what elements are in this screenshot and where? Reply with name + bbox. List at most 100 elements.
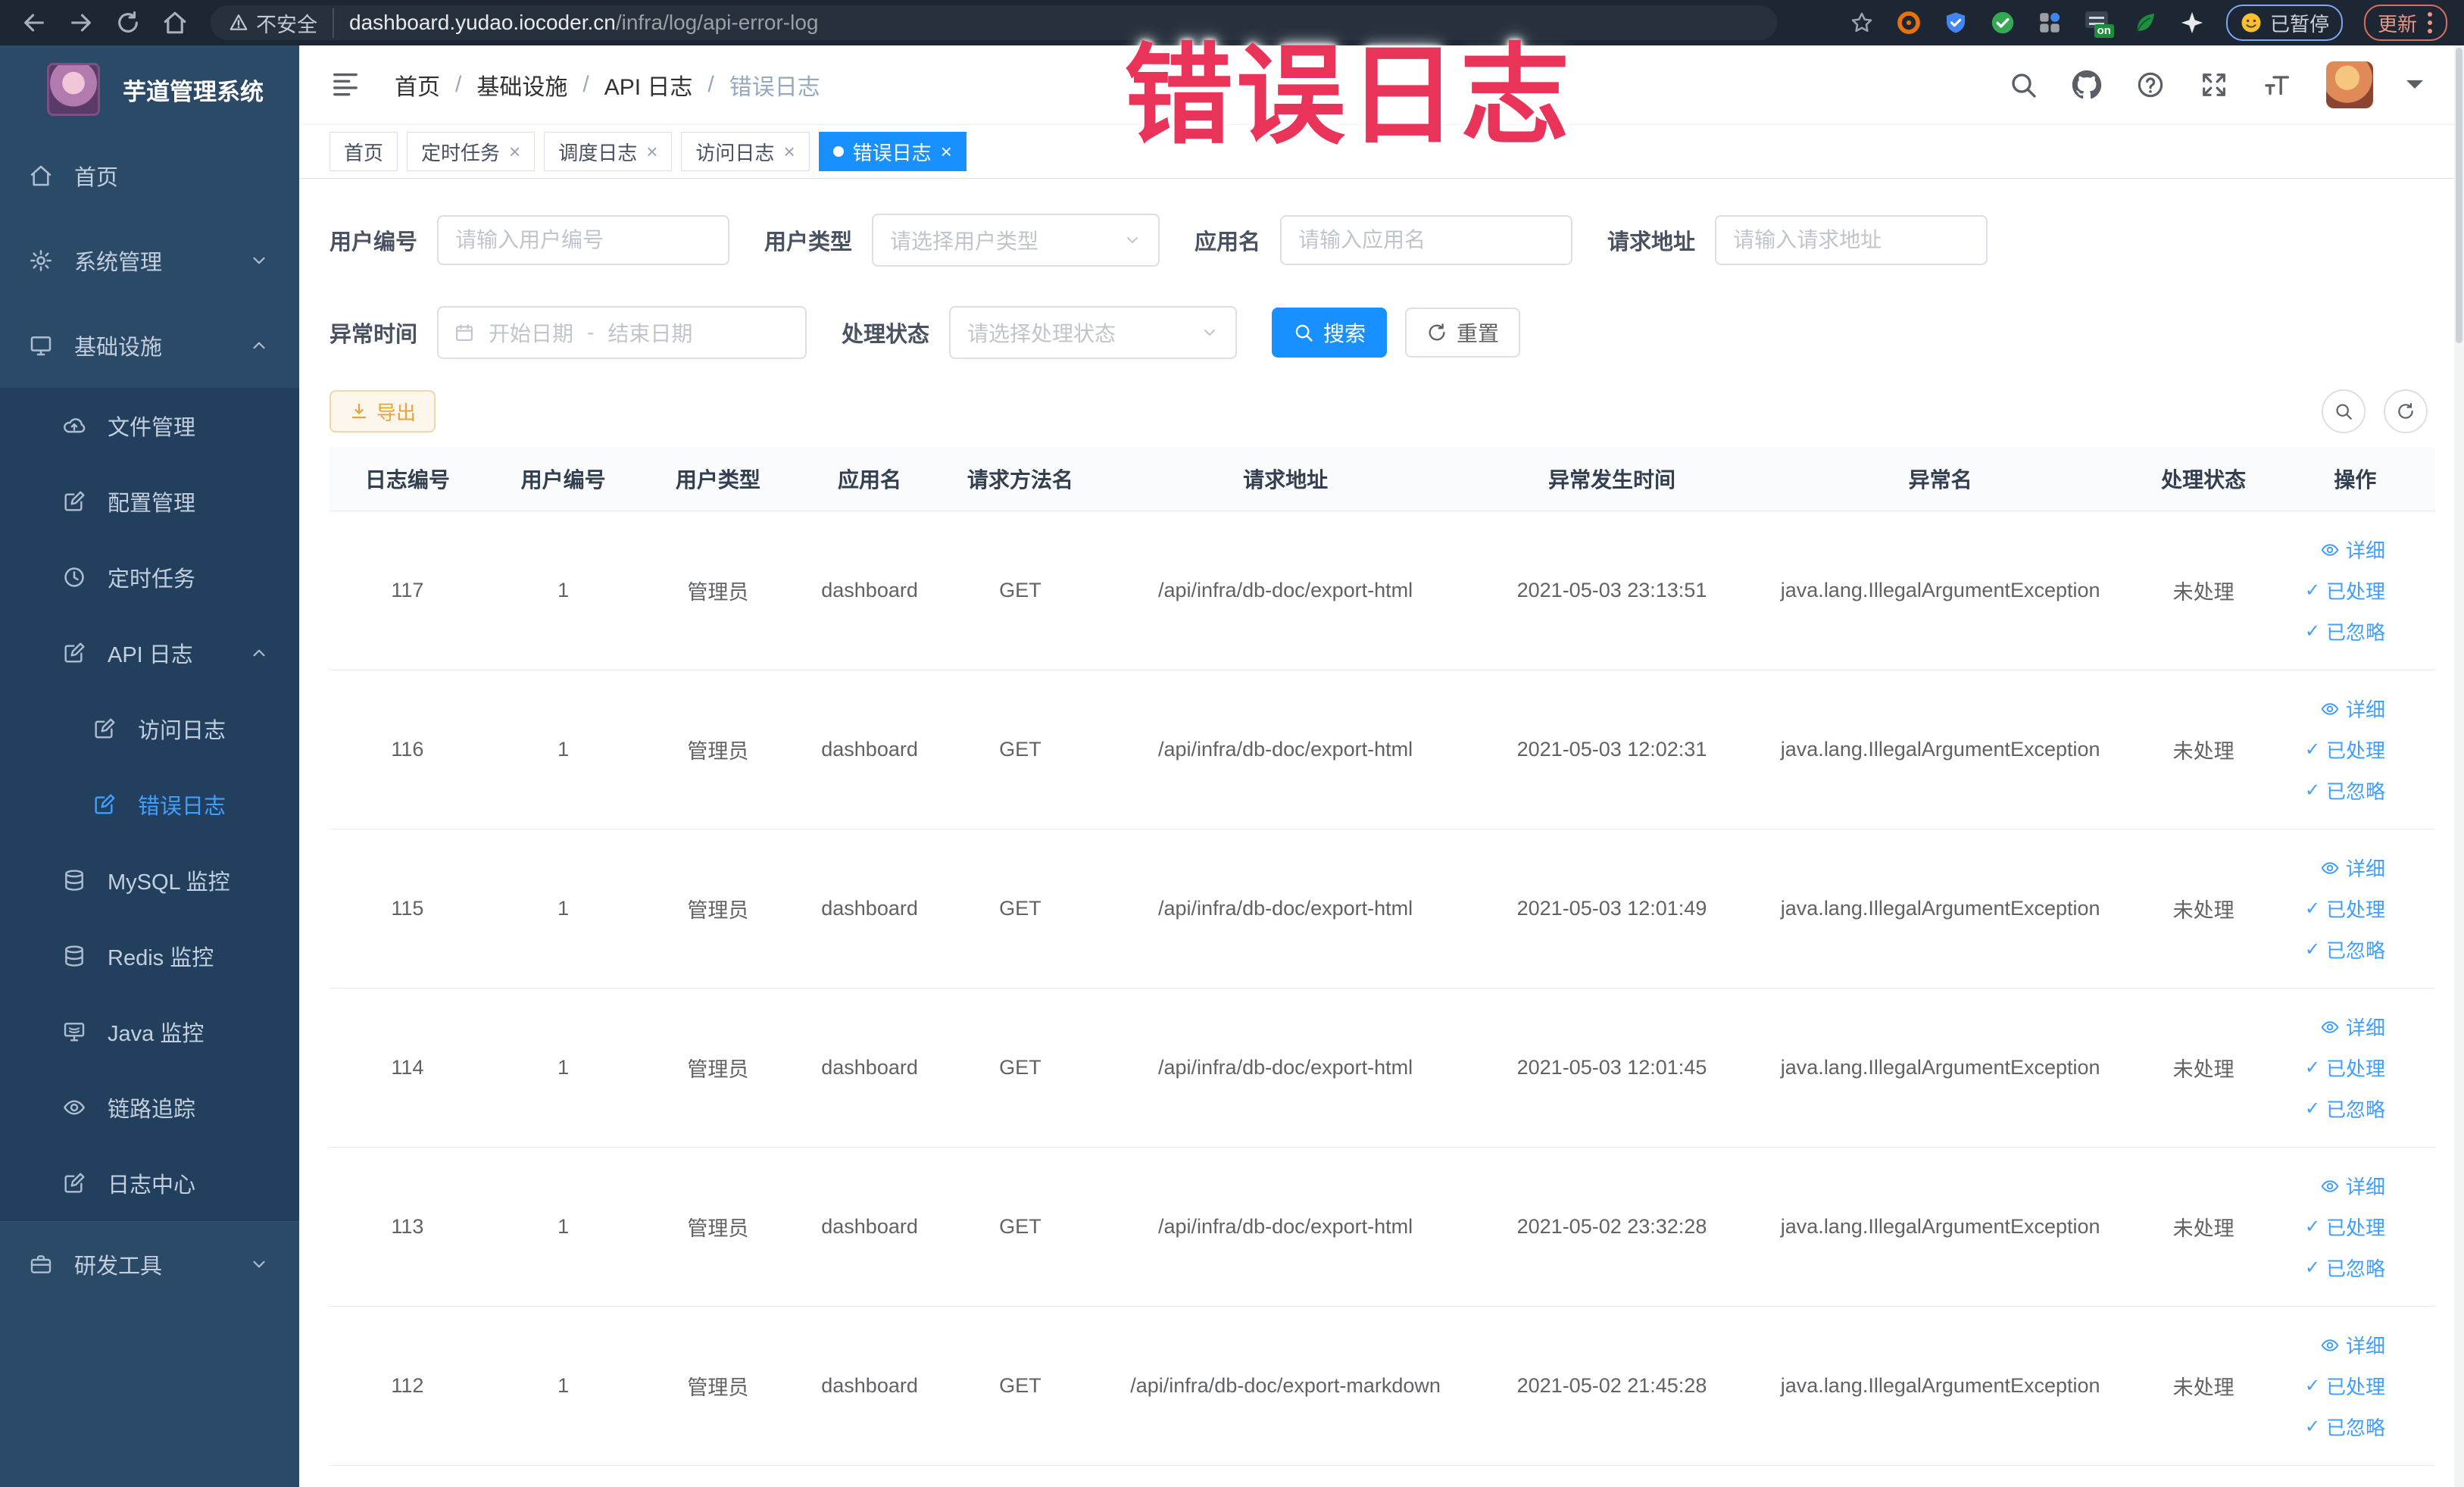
paused-extension-pill[interactable]: 已暂停 (2225, 5, 2343, 41)
hamburger-icon[interactable] (329, 70, 361, 99)
detail-link[interactable]: 详细 (2320, 848, 2385, 888)
tab-schedule-log[interactable]: 调度日志 × (544, 132, 673, 171)
tab-access-log[interactable]: 访问日志 × (681, 132, 810, 171)
ignored-link[interactable]: ✓ 已忽略 (2305, 930, 2385, 970)
navbar: 首页 / 基础设施 / API 日志 / 错误日志 (299, 45, 2464, 124)
request-url-input[interactable] (1715, 215, 1988, 265)
ignored-link[interactable]: ✓ 已忽略 (2305, 771, 2385, 811)
tab-cron-job[interactable]: 定时任务 × (407, 132, 536, 171)
tab-error-log[interactable]: 错误日志 × (818, 132, 967, 171)
back-icon[interactable] (21, 10, 47, 36)
check-icon: ✓ (2304, 1057, 2320, 1078)
process-status-label: 处理状态 (842, 323, 930, 347)
sidebar-item-config-manage[interactable]: 配置管理 (0, 464, 299, 539)
sidebar-item-access-log[interactable]: 访问日志 (0, 691, 299, 767)
sidebar-item-home[interactable]: 首页 (0, 133, 299, 218)
eye-icon (2320, 1335, 2340, 1355)
reload-icon[interactable] (115, 10, 141, 36)
export-button[interactable]: 导出 (329, 390, 436, 433)
forward-icon[interactable] (68, 10, 94, 36)
detail-link[interactable]: 详细 (2320, 689, 2385, 729)
navbar-right (2008, 61, 2423, 108)
github-icon[interactable] (2072, 70, 2102, 100)
ignored-link[interactable]: ✓ 已忽略 (2305, 612, 2385, 651)
extension-check-icon[interactable] (1990, 10, 2016, 36)
ignored-link[interactable]: ✓ 已忽略 (2305, 1089, 2385, 1129)
sidebar: 芋道管理系统 首页 系统管理 基础设施 文件管理 配置管理 定时任务 API 日… (0, 45, 299, 1487)
detail-link[interactable]: 详细 (2320, 530, 2385, 570)
status-text: 未处理 (2131, 670, 2275, 829)
address-bar[interactable]: 不安全 dashboard.yudao.iocoder.cn/infra/log… (211, 5, 1777, 40)
refresh-button[interactable] (2384, 389, 2428, 433)
chrome-menu-icon[interactable] (2428, 12, 2434, 33)
security-chip[interactable]: 不安全 (229, 8, 334, 38)
process-status-select[interactable]: 请选择处理状态 (949, 306, 1238, 359)
search-button[interactable]: 搜索 (1272, 308, 1388, 358)
sidebar-item-infra[interactable]: 基础设施 (0, 303, 299, 388)
col-exception-time: 异常发生时间 (1475, 447, 1749, 511)
close-icon[interactable]: × (941, 142, 952, 161)
help-icon[interactable] (2135, 70, 2166, 100)
sidebar-item-log-center[interactable]: 日志中心 (0, 1145, 299, 1221)
date-range-picker[interactable]: 开始日期 - 结束日期 (437, 306, 807, 359)
breadcrumb-infra[interactable]: 基础设施 (476, 68, 567, 102)
toggle-search-button[interactable] (2322, 389, 2366, 433)
close-icon[interactable]: × (646, 142, 657, 161)
close-icon[interactable]: × (509, 142, 520, 161)
ignored-link[interactable]: ✓ 已忽略 (2305, 1248, 2385, 1288)
security-label: 不安全 (256, 13, 317, 36)
user-id-input[interactable] (437, 215, 730, 265)
sidebar-item-api-log[interactable]: API 日志 (0, 615, 299, 691)
sidebar-item-tracing[interactable]: 链路追踪 (0, 1070, 299, 1145)
processed-link[interactable]: ✓ 已处理 (2305, 571, 2385, 611)
reset-button[interactable]: 重置 (1405, 308, 1521, 358)
user-type-select[interactable]: 请选择用户类型 (872, 214, 1160, 267)
sidebar-item-redis-monitor[interactable]: Redis 监控 (0, 918, 299, 994)
font-size-icon[interactable] (2263, 70, 2293, 100)
sidebar-item-mysql-monitor[interactable]: MySQL 监控 (0, 842, 299, 918)
processed-link[interactable]: ✓ 已处理 (2305, 889, 2385, 929)
breadcrumb-api-log[interactable]: API 日志 (604, 68, 693, 102)
extension-grid-icon[interactable] (2037, 10, 2063, 36)
app-logo[interactable]: 芋道管理系统 (0, 45, 299, 133)
browser-home-icon[interactable] (162, 10, 188, 36)
browser-toolbar-right: on 已暂停 更新 (1849, 5, 2464, 41)
processed-link[interactable]: ✓ 已处理 (2305, 1367, 2385, 1406)
sidebar-item-file-manage[interactable]: 文件管理 (0, 388, 299, 464)
sidebar-item-java-monitor[interactable]: Java 监控 (0, 994, 299, 1070)
breadcrumb-separator: / (582, 72, 589, 97)
sidebar-item-system[interactable]: 系统管理 (0, 218, 299, 303)
search-icon[interactable] (2008, 70, 2038, 100)
col-status: 处理状态 (2131, 447, 2275, 511)
sidebar-item-dev-tools[interactable]: 研发工具 (0, 1221, 299, 1307)
extension-spark-icon[interactable] (2179, 10, 2205, 36)
bookmark-star-icon[interactable] (1849, 10, 1875, 36)
extension-shield-icon[interactable] (1943, 10, 1969, 36)
sidebar-item-error-log[interactable]: 错误日志 (0, 767, 299, 842)
avatar[interactable] (2326, 61, 2373, 108)
detail-link[interactable]: 详细 (2320, 1007, 2385, 1047)
scrollbar[interactable] (2454, 45, 2464, 1487)
sidebar-item-cron-job[interactable]: 定时任务 (0, 539, 299, 615)
extension-onoff-icon[interactable]: on (2084, 10, 2114, 38)
chevron-up-icon (249, 643, 269, 663)
extension-leaf-icon[interactable] (2132, 10, 2158, 36)
tab-home[interactable]: 首页 (329, 132, 398, 171)
detail-link[interactable]: 详细 (2320, 1326, 2385, 1365)
fullscreen-icon[interactable] (2199, 70, 2229, 100)
detail-link[interactable]: 详细 (2320, 1167, 2385, 1206)
breadcrumb-home[interactable]: 首页 (395, 68, 440, 102)
scrollbar-thumb[interactable] (2456, 48, 2462, 343)
processed-link[interactable]: ✓ 已处理 (2305, 1207, 2385, 1247)
update-pill[interactable]: 更新 (2363, 5, 2447, 41)
ignored-link[interactable]: ✓ 已忽略 (2305, 1407, 2385, 1447)
logo-image (47, 63, 100, 116)
close-icon[interactable]: × (783, 142, 795, 161)
extension-ring-icon[interactable] (1896, 10, 1922, 36)
refresh-icon (1426, 322, 1447, 343)
processed-link[interactable]: ✓ 已处理 (2305, 730, 2385, 770)
avatar-caret-icon[interactable] (2406, 80, 2423, 97)
check-icon: ✓ (2304, 1098, 2320, 1119)
app-name-input[interactable] (1280, 215, 1573, 265)
processed-link[interactable]: ✓ 已处理 (2305, 1048, 2385, 1088)
